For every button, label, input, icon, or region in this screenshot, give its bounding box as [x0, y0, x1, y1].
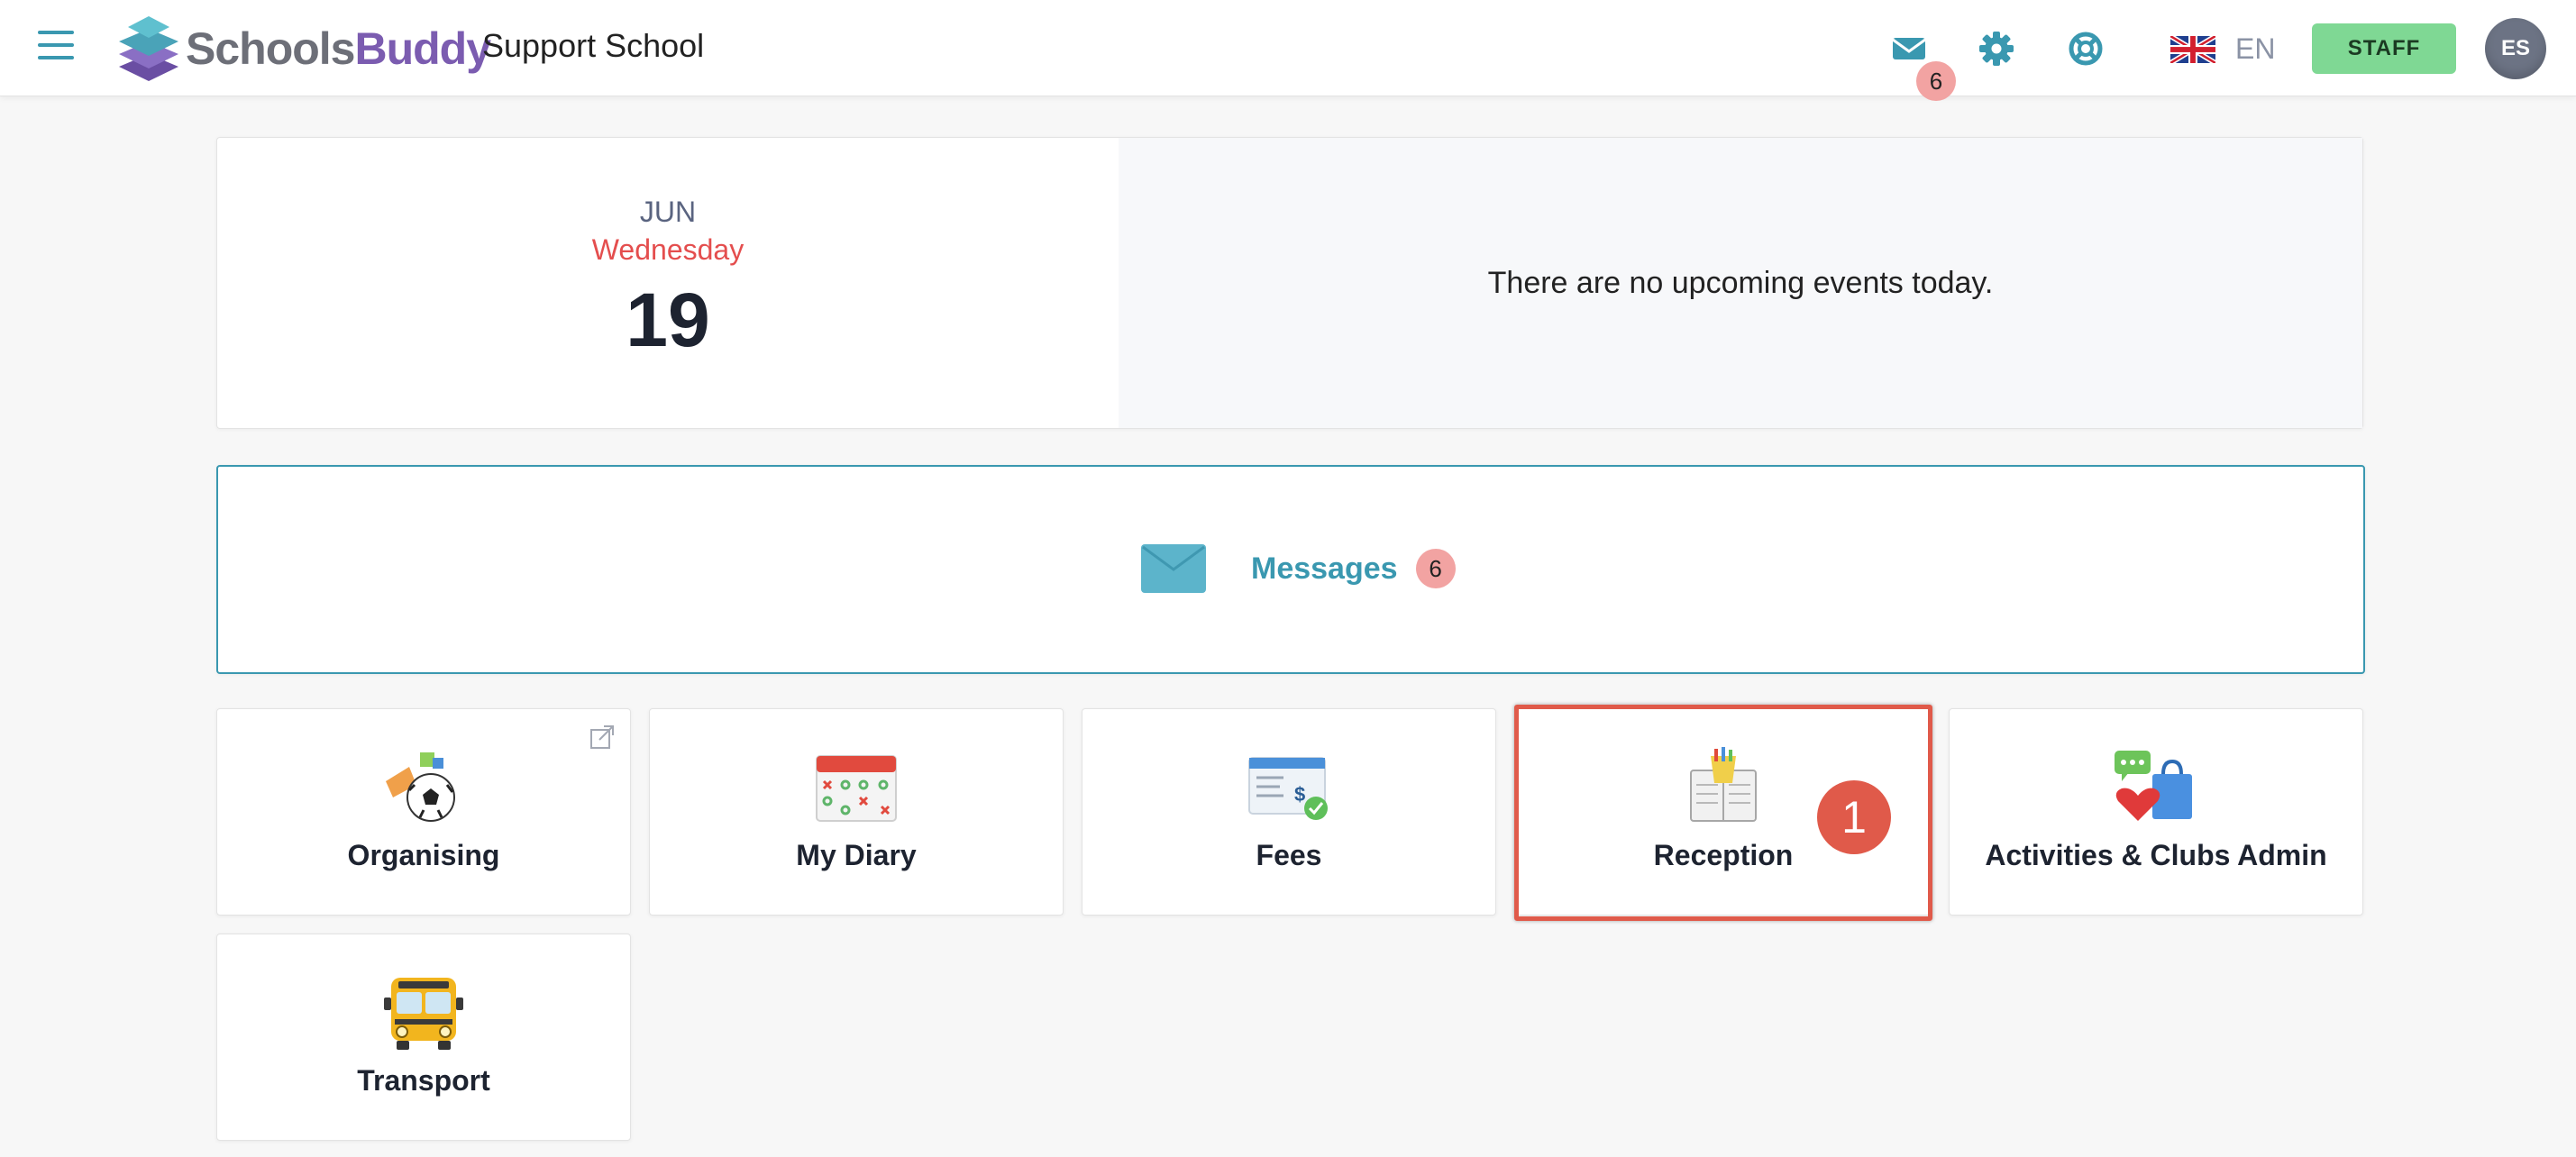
date-day-number: 19 [626, 278, 710, 362]
date-month: JUN [639, 196, 697, 228]
tile-label: Fees [1256, 839, 1322, 871]
hamburger-menu-icon[interactable] [38, 29, 74, 61]
tile-organising[interactable]: Organising [216, 708, 631, 916]
tile-label: My Diary [796, 839, 917, 871]
diary-calendar-icon [816, 755, 897, 822]
uk-flag-icon [2170, 35, 2215, 63]
language-selector[interactable]: EN [2170, 32, 2275, 66]
external-link-icon[interactable] [589, 724, 616, 751]
tile-transport[interactable]: Transport [216, 934, 631, 1141]
logo-text: SchoolsBuddy [186, 23, 491, 74]
messages-mail-icon[interactable] [1889, 29, 1929, 68]
tile-fees[interactable]: $ Fees [1082, 708, 1496, 916]
date-weekday: Wednesday [591, 233, 744, 266]
tile-label: Transport [357, 1064, 490, 1097]
date-events-card: JUN Wednesday 19 There are no upcoming e… [216, 137, 2363, 429]
top-navigation-bar: SchoolsBuddy Support School 6 EN STAFF E… [0, 0, 2576, 101]
messages-content: Messages 6 [1141, 544, 1456, 593]
no-events-text: There are no upcoming events today. [1487, 265, 1994, 300]
date-panel: JUN Wednesday 19 [217, 138, 1119, 428]
help-lifebuoy-icon[interactable] [2066, 29, 2106, 68]
logo-layers-icon [119, 16, 178, 81]
schoolsbuddy-logo[interactable]: SchoolsBuddy [117, 14, 491, 83]
school-name: Support School [482, 27, 705, 64]
mail-count-badge: 6 [1916, 61, 1956, 101]
messages-label: Messages [1251, 551, 1398, 586]
activities-chat-shopping-icon [2115, 751, 2192, 821]
language-code: EN [2235, 32, 2276, 65]
tile-label: Organising [347, 839, 500, 871]
settings-gear-icon[interactable] [1977, 29, 2016, 68]
school-bus-icon [384, 978, 463, 1050]
reception-book-icon [1690, 747, 1757, 822]
staff-role-button[interactable]: STAFF [2312, 23, 2456, 74]
messages-card[interactable]: Messages 6 [216, 465, 2365, 674]
fees-check-icon: $ [1248, 757, 1328, 820]
upcoming-events-panel: There are no upcoming events today. [1119, 138, 2362, 428]
tile-label: Activities & Clubs Admin [1985, 839, 2327, 871]
svg-text:$: $ [1294, 783, 1305, 806]
organising-icon [386, 752, 455, 822]
tile-activities-clubs-admin[interactable]: Activities & Clubs Admin [1949, 708, 2363, 916]
tile-my-diary[interactable]: My Diary [649, 708, 1064, 916]
envelope-icon [1141, 544, 1206, 593]
messages-count-badge: 6 [1415, 549, 1456, 588]
step-number-badge: 1 [1817, 780, 1891, 854]
user-avatar[interactable]: ES [2485, 18, 2546, 79]
